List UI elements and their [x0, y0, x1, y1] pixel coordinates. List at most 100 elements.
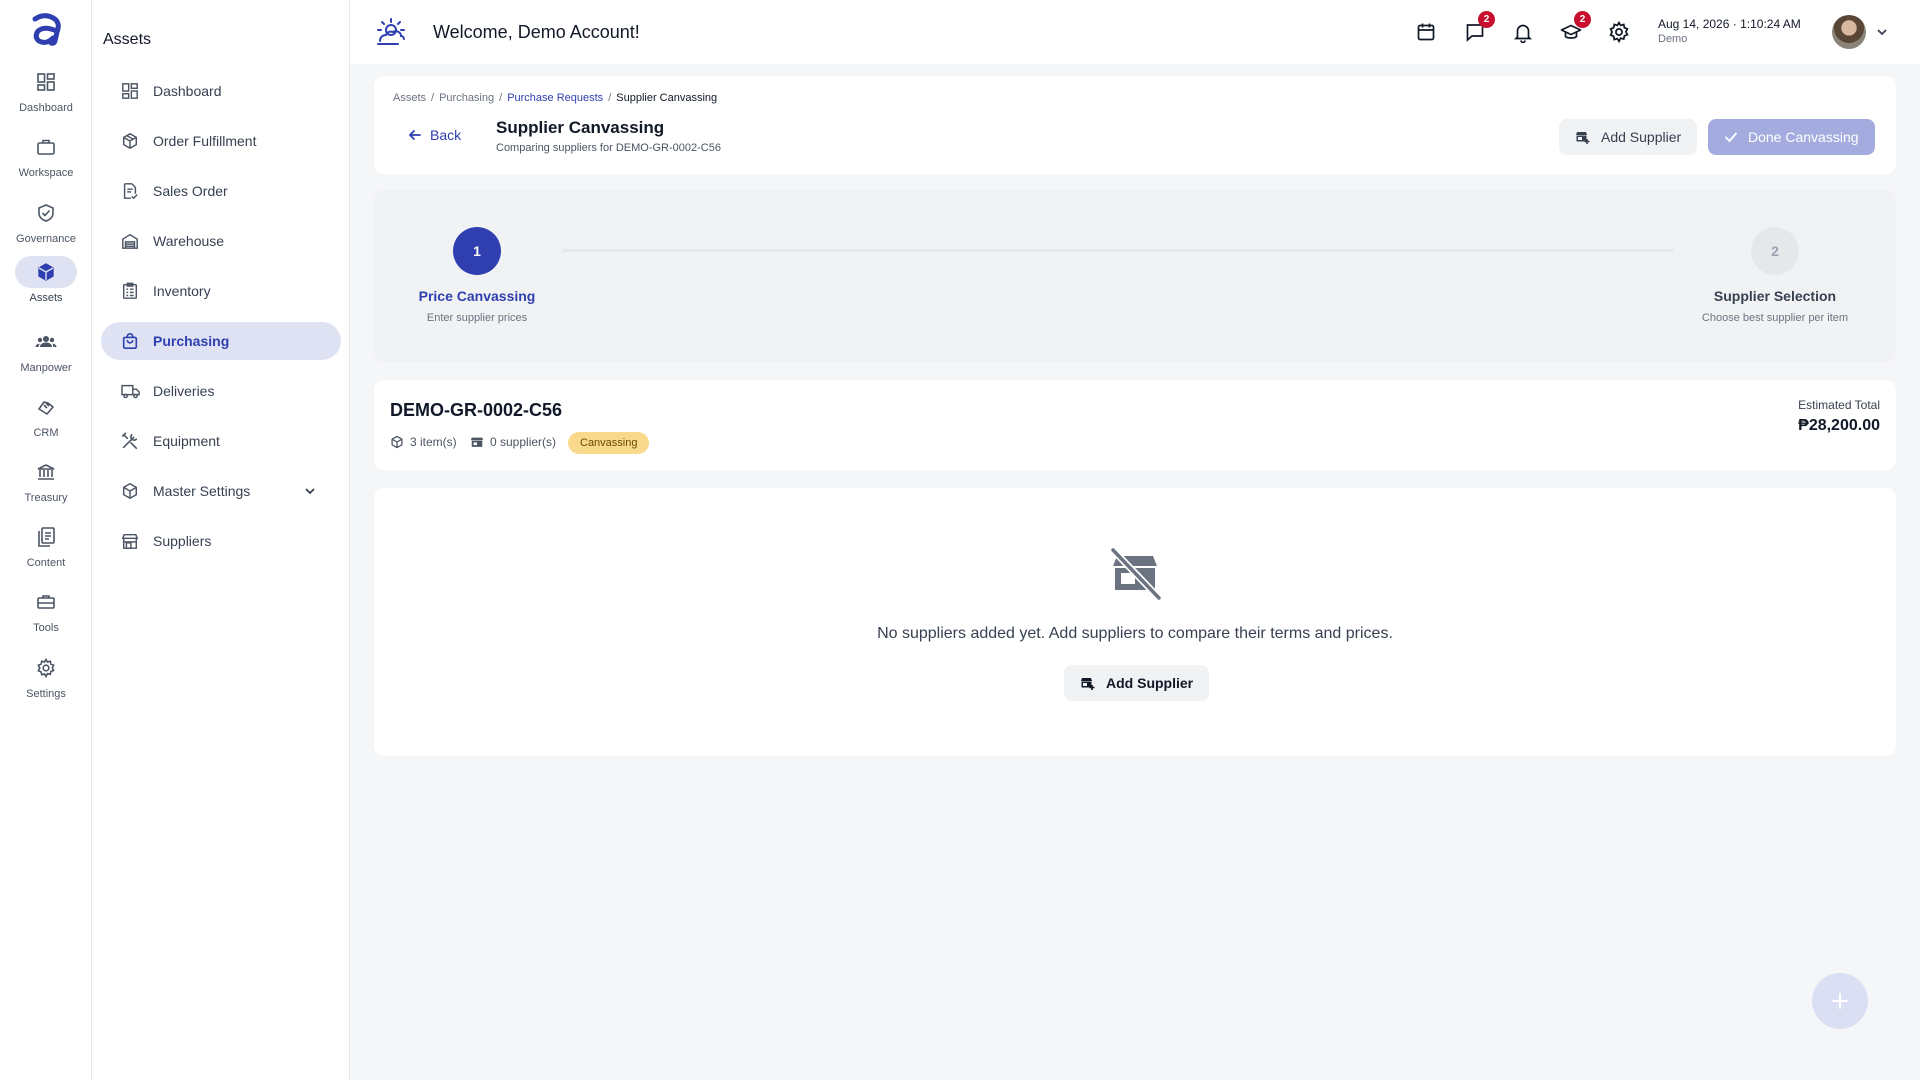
back-button[interactable]: Back	[408, 127, 461, 143]
add-supplier-button[interactable]: Add Supplier	[1559, 119, 1698, 155]
page-subtitle: Comparing suppliers for DEMO-GR-0002-C56	[496, 142, 721, 154]
app-logo[interactable]	[27, 10, 65, 48]
sidebar-item-label: Equipment	[153, 433, 220, 449]
step-1-subtitle: Enter supplier prices	[426, 312, 528, 324]
rail-item-crm[interactable]: CRM	[0, 391, 92, 453]
chevron-down-icon[interactable]	[1875, 25, 1889, 39]
rail-item-content[interactable]: Content	[0, 521, 92, 583]
store-add-icon	[1575, 129, 1591, 145]
rail-label: Treasury	[24, 492, 68, 504]
store-icon	[470, 435, 484, 449]
sidebar-item-warehouse[interactable]: Warehouse	[101, 222, 341, 260]
done-canvassing-button[interactable]: Done Canvassing	[1708, 119, 1875, 155]
brand-logo-icon	[374, 15, 408, 49]
items-count-text: 3 item(s)	[410, 435, 457, 449]
rail-item-workspace[interactable]: Workspace	[0, 131, 92, 193]
sidebar-item-order-fulfillment[interactable]: Order Fulfillment	[101, 122, 341, 160]
estimated-total-value: ₱28,200.00	[1798, 417, 1880, 434]
warehouse-icon	[121, 232, 139, 250]
dashboard-grid-icon	[121, 82, 139, 100]
rail-label: Settings	[26, 688, 66, 700]
empty-state-message: No suppliers added yet. Add suppliers to…	[877, 625, 1393, 642]
add-supplier-empty-label: Add Supplier	[1106, 675, 1194, 691]
bell-icon[interactable]	[1512, 21, 1534, 43]
cube-icon	[15, 256, 77, 288]
step-1-indicator[interactable]: 1	[453, 227, 501, 275]
sidebar-item-deliveries[interactable]: Deliveries	[101, 372, 341, 410]
gear-icon[interactable]	[1608, 21, 1630, 43]
avatar[interactable]	[1832, 15, 1866, 49]
tools-icon	[121, 432, 139, 450]
rail-item-manpower[interactable]: Manpower	[0, 326, 92, 388]
rail-label: CRM	[33, 427, 59, 439]
sidebar-item-dashboard[interactable]: Dashboard	[101, 72, 341, 110]
sidebar-item-label: Suppliers	[153, 533, 212, 549]
cube-outline-icon	[121, 482, 139, 500]
back-label: Back	[430, 127, 462, 143]
rail-item-assets[interactable]: Assets	[0, 256, 92, 318]
rail-item-settings[interactable]: Settings	[0, 652, 92, 714]
sidebar-item-label: Purchasing	[153, 333, 230, 349]
sidebar-item-inventory[interactable]: Inventory	[101, 272, 341, 310]
done-canvassing-label: Done Canvassing	[1748, 129, 1859, 145]
sidebar-item-purchasing[interactable]: Purchasing	[101, 322, 341, 360]
cube-icon	[390, 435, 404, 449]
learning-badge: 2	[1574, 11, 1591, 28]
sidebar-item-sales-order[interactable]: Sales Order	[101, 172, 341, 210]
stepper-connector	[562, 249, 1674, 252]
rail-item-treasury[interactable]: Treasury	[0, 456, 92, 518]
step-2-indicator[interactable]: 2	[1751, 227, 1799, 275]
step-2-subtitle: Choose best supplier per item	[1701, 312, 1849, 324]
items-count: 3 item(s)	[390, 435, 457, 449]
breadcrumb-purchase-requests[interactable]: Purchase Requests	[507, 92, 603, 104]
suppliers-empty-state: No suppliers added yet. Add suppliers to…	[374, 488, 1896, 756]
rail-item-dashboard[interactable]: Dashboard	[0, 66, 92, 128]
add-supplier-label: Add Supplier	[1601, 129, 1682, 145]
plus-icon	[1831, 992, 1849, 1010]
sidebar-item-master-settings[interactable]: Master Settings	[101, 472, 341, 510]
breadcrumb: Assets / Purchasing / Purchase Requests …	[393, 92, 717, 104]
sidebar-item-label: Order Fulfillment	[153, 133, 257, 149]
handshake-icon	[15, 391, 77, 423]
step-1-title: Price Canvassing	[418, 288, 536, 304]
request-summary-card: DEMO-GR-0002-C56 3 item(s) 0 supplier(s)…	[374, 380, 1896, 470]
clipboard-list-icon	[121, 282, 139, 300]
bank-icon	[15, 456, 77, 488]
suppliers-count-text: 0 supplier(s)	[490, 435, 557, 449]
shopping-bag-icon	[121, 332, 139, 350]
breadcrumb-purchasing[interactable]: Purchasing	[439, 92, 494, 104]
rail-label: Assets	[29, 292, 63, 304]
rail-label: Workspace	[18, 167, 74, 179]
rail-item-tools[interactable]: Tools	[0, 586, 92, 648]
chevron-down-icon[interactable]	[303, 484, 317, 498]
sidebar-title: Assets	[103, 31, 152, 48]
current-time: 1:10:24 AM	[1740, 17, 1801, 31]
messages-badge: 2	[1478, 11, 1495, 28]
suppliers-count: 0 supplier(s)	[470, 435, 556, 449]
current-date: Aug 14, 2026	[1658, 17, 1730, 31]
document-check-icon	[121, 182, 139, 200]
datetime-separator: ·	[1732, 17, 1737, 31]
quick-add-button[interactable]	[1812, 973, 1868, 1029]
sidebar-item-label: Dashboard	[153, 83, 222, 99]
datetime-readout: Aug 14, 2026 · 1:10:24 AM	[1658, 17, 1801, 31]
sidebar-item-equipment[interactable]: Equipment	[101, 422, 341, 460]
add-supplier-empty-button[interactable]: Add Supplier	[1064, 665, 1210, 701]
calendar-icon[interactable]	[1415, 21, 1437, 43]
sidebar-item-suppliers[interactable]: Suppliers	[101, 522, 341, 560]
rail-item-governance[interactable]: Governance	[0, 197, 92, 259]
breadcrumb-separator: /	[608, 92, 612, 104]
arrow-left-icon	[408, 128, 422, 142]
breadcrumb-current: Supplier Canvassing	[616, 92, 718, 104]
people-icon	[15, 326, 77, 358]
breadcrumb-assets[interactable]: Assets	[393, 92, 426, 104]
toolbox-icon	[15, 586, 77, 618]
briefcase-icon	[15, 131, 77, 163]
rail-label: Content	[26, 557, 66, 569]
sidebar-item-label: Master Settings	[153, 483, 251, 499]
documents-icon	[15, 521, 77, 553]
breadcrumb-separator: /	[499, 92, 503, 104]
stepper-card: 1 Price Canvassing Enter supplier prices…	[374, 190, 1896, 362]
welcome-title: Welcome, Demo Account!	[433, 22, 640, 42]
rail-label: Dashboard	[19, 102, 73, 114]
